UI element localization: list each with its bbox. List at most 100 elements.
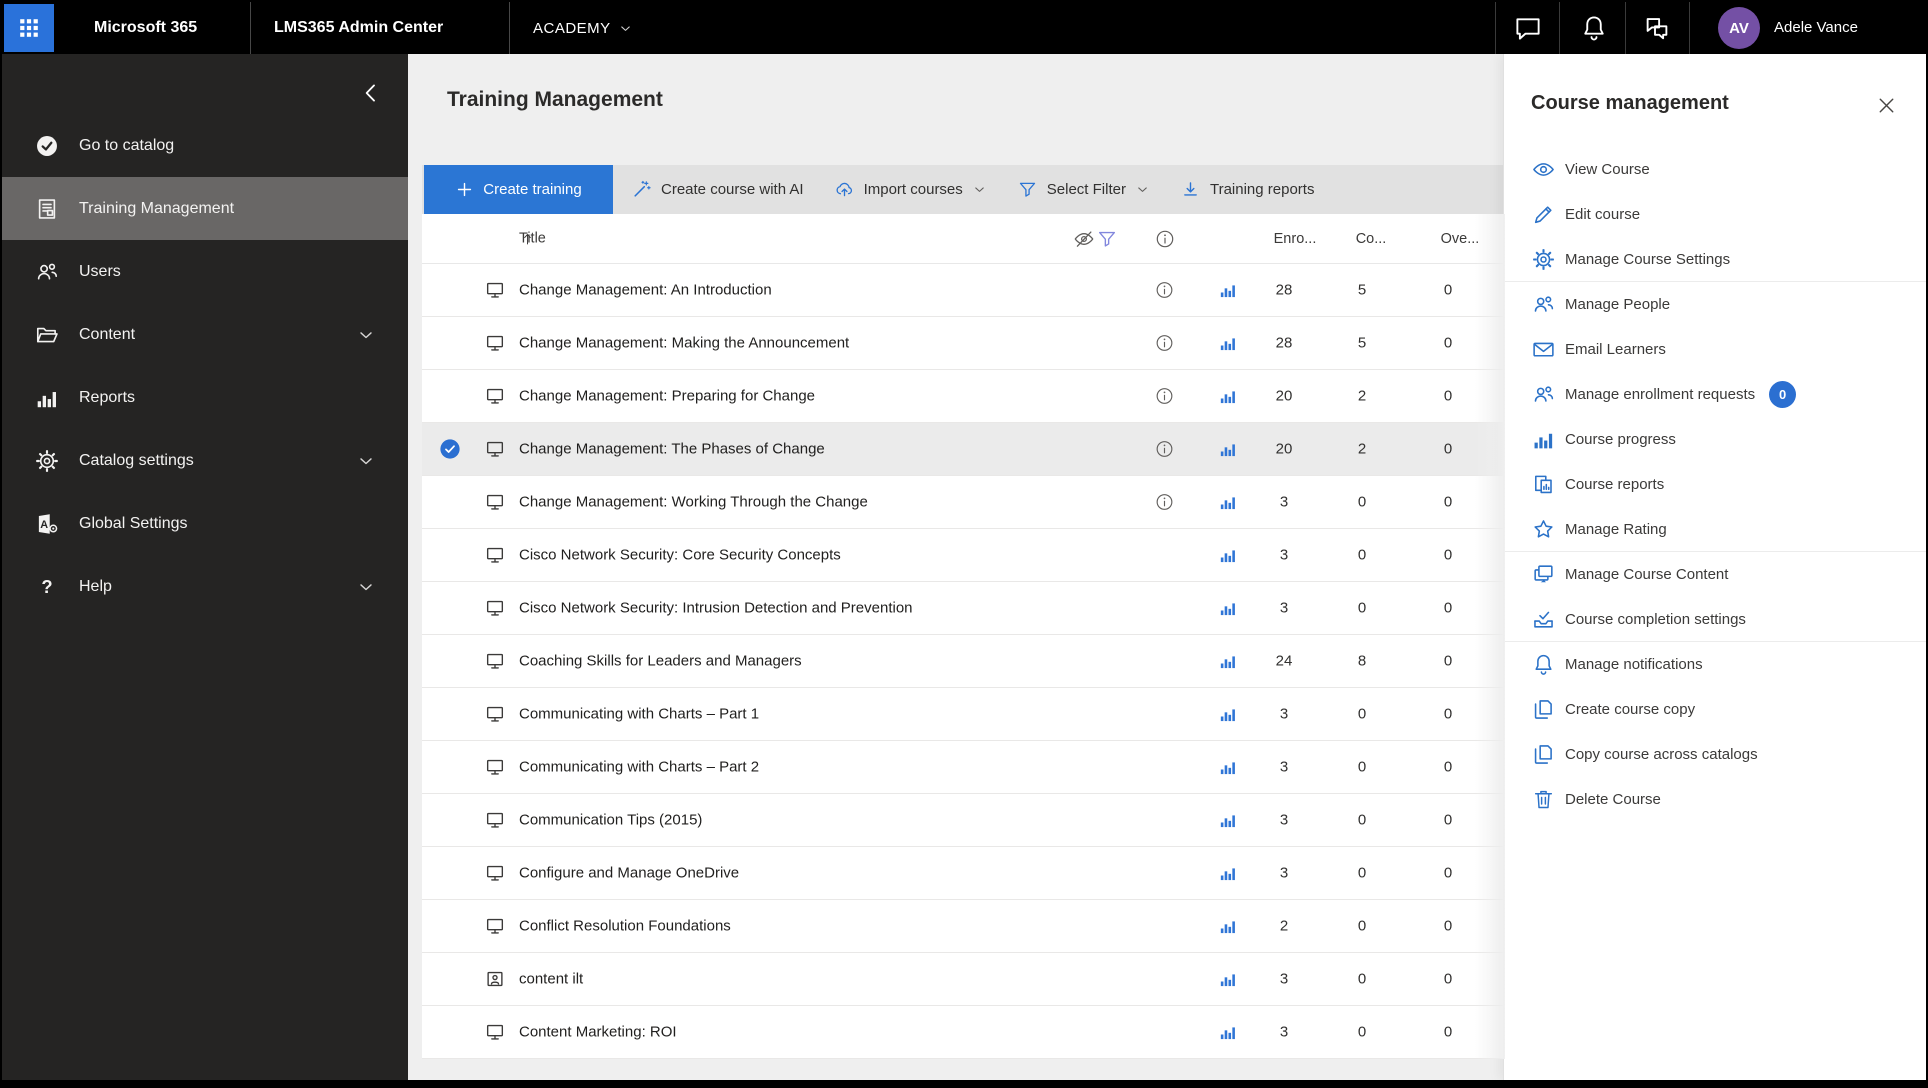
import-courses-button[interactable]: Import courses [822, 165, 999, 214]
column-header-completed[interactable]: Co... [1336, 231, 1406, 247]
filter-icon[interactable] [1096, 228, 1118, 250]
table-row[interactable]: Communicating with Charts – Part 1 3 0 0 [422, 688, 1505, 741]
panel-item-copy-course-across-catalogs[interactable]: Copy course across catalogs [1504, 732, 1926, 777]
panel-item-course-reports[interactable]: Course reports [1504, 462, 1926, 507]
close-panel-button[interactable] [1875, 94, 1898, 117]
course-progress-icon[interactable] [1218, 704, 1238, 724]
course-progress-icon[interactable] [1218, 439, 1238, 459]
monitor-icon [484, 703, 506, 725]
panel-item-course-completion-settings[interactable]: Course completion settings [1504, 597, 1926, 642]
panel-item-manage-notifications[interactable]: Manage notifications [1504, 642, 1926, 687]
sidebar-collapse-button[interactable] [358, 80, 384, 106]
sidebar-item-users[interactable]: Users [2, 240, 408, 303]
course-progress-icon[interactable] [1218, 1022, 1238, 1042]
table-row[interactable]: Cisco Network Security: Intrusion Detect… [422, 582, 1505, 635]
info-icon[interactable] [1154, 228, 1176, 250]
overdue-count: 0 [1443, 705, 1453, 723]
enrolled-count: 20 [1275, 387, 1293, 405]
sidebar-item-global-settings[interactable]: Global Settings [2, 492, 408, 555]
course-progress-icon[interactable] [1218, 916, 1238, 936]
overdue-count: 0 [1443, 281, 1453, 299]
table-row[interactable]: Change Management: Working Through the C… [422, 476, 1505, 529]
table-row[interactable]: Conflict Resolution Foundations 2 0 0 [422, 900, 1505, 953]
sidebar-item-catalog-settings[interactable]: Catalog settings [2, 429, 408, 492]
training-reports-button[interactable]: Training reports [1168, 165, 1327, 214]
table-row[interactable]: Content Marketing: ROI 3 0 0 [422, 1006, 1505, 1059]
panel-item-manage-course-settings[interactable]: Manage Course Settings [1504, 237, 1926, 282]
sidebar-menu: Go to catalog Training Management Users … [2, 114, 408, 618]
users-icon [1531, 382, 1556, 407]
table-row[interactable]: content ilt 3 0 0 [422, 953, 1505, 1006]
panel-item-view-course[interactable]: View Course [1504, 147, 1926, 192]
panel-item-manage-rating[interactable]: Manage Rating [1504, 507, 1926, 552]
course-progress-icon[interactable] [1218, 969, 1238, 989]
column-header-enrolled[interactable]: Enro... [1260, 231, 1330, 247]
table-row[interactable]: Configure and Manage OneDrive 3 0 0 [422, 847, 1505, 900]
info-icon[interactable] [1154, 492, 1175, 513]
selected-check-icon[interactable] [439, 438, 461, 460]
course-title: Cisco Network Security: Core Security Co… [519, 546, 841, 564]
select-filter-button[interactable]: Select Filter [1005, 165, 1162, 214]
app-title-link[interactable]: LMS365 Admin Center [274, 2, 443, 54]
panel-item-manage-enrollment-requests[interactable]: Manage enrollment requests 0 [1504, 372, 1926, 417]
sidebar-item-help[interactable]: Help [2, 555, 408, 618]
completed-count: 0 [1357, 705, 1367, 723]
course-progress-icon[interactable] [1218, 863, 1238, 883]
course-title: Cisco Network Security: Intrusion Detect… [519, 599, 913, 617]
course-title: Change Management: An Introduction [519, 281, 772, 299]
overdue-count: 0 [1443, 440, 1453, 458]
panel-item-delete-course[interactable]: Delete Course [1504, 777, 1926, 822]
column-header-title[interactable]: Title [519, 230, 546, 247]
app-launcher-button[interactable] [4, 4, 54, 52]
table-row[interactable]: Communication Tips (2015) 3 0 0 [422, 794, 1505, 847]
sidebar-item-go-to-catalog[interactable]: Go to catalog [2, 114, 408, 177]
course-progress-icon[interactable] [1218, 333, 1238, 353]
table-row[interactable]: Communicating with Charts – Part 2 3 0 0 [422, 741, 1505, 794]
column-header-overdue[interactable]: Ove... [1425, 231, 1495, 247]
course-progress-icon[interactable] [1218, 492, 1238, 512]
course-progress-icon[interactable] [1218, 598, 1238, 618]
sidebar-item-content[interactable]: Content [2, 303, 408, 366]
sidebar-item-reports[interactable]: Reports [2, 366, 408, 429]
bell-icon [1579, 13, 1609, 43]
notifications-button[interactable] [1579, 13, 1609, 43]
course-progress-icon[interactable] [1218, 386, 1238, 406]
report-icon [1531, 472, 1556, 497]
table-row[interactable]: Cisco Network Security: Core Security Co… [422, 529, 1505, 582]
feedback-button[interactable] [1642, 13, 1672, 43]
table-row[interactable]: Coaching Skills for Leaders and Managers… [422, 635, 1505, 688]
sidebar-item-training-management[interactable]: Training Management [2, 177, 408, 240]
enrolled-count: 28 [1275, 281, 1293, 299]
waffle-icon [17, 16, 41, 40]
avatar[interactable]: AV [1718, 7, 1760, 49]
course-progress-icon[interactable] [1218, 280, 1238, 300]
chat-button[interactable] [1513, 13, 1543, 43]
course-progress-icon[interactable] [1218, 651, 1238, 671]
panel-item-create-course-copy[interactable]: Create course copy [1504, 687, 1926, 732]
course-progress-icon[interactable] [1218, 810, 1238, 830]
user-name[interactable]: Adele Vance [1774, 2, 1858, 54]
panel-item-manage-course-content[interactable]: Manage Course Content [1504, 552, 1926, 597]
table-row[interactable]: Change Management: An Introduction 28 5 … [422, 264, 1505, 317]
table-row[interactable]: Change Management: Preparing for Change … [422, 370, 1505, 423]
catalog-check-icon [34, 133, 60, 159]
panel-item-email-learners[interactable]: Email Learners [1504, 327, 1926, 372]
table-row[interactable]: Change Management: The Phases of Change … [422, 423, 1505, 476]
tenant-selector[interactable]: ACADEMY [533, 2, 633, 54]
panel-item-edit-course[interactable]: Edit course [1504, 192, 1926, 237]
course-title: Change Management: Making the Announceme… [519, 334, 850, 352]
panel-item-course-progress[interactable]: Course progress [1504, 417, 1926, 462]
create-course-with-ai-button[interactable]: Create course with AI [619, 165, 816, 214]
info-icon[interactable] [1154, 386, 1175, 407]
enrolled-count: 3 [1279, 599, 1289, 617]
info-icon[interactable] [1154, 439, 1175, 460]
course-progress-icon[interactable] [1218, 757, 1238, 777]
info-icon[interactable] [1154, 280, 1175, 301]
column-visibility-icon[interactable] [1073, 228, 1095, 250]
microsoft-365-link[interactable]: Microsoft 365 [94, 2, 197, 54]
create-training-button[interactable]: Create training [424, 165, 613, 214]
course-progress-icon[interactable] [1218, 545, 1238, 565]
panel-item-manage-people[interactable]: Manage People [1504, 282, 1926, 327]
info-icon[interactable] [1154, 333, 1175, 354]
table-row[interactable]: Change Management: Making the Announceme… [422, 317, 1505, 370]
